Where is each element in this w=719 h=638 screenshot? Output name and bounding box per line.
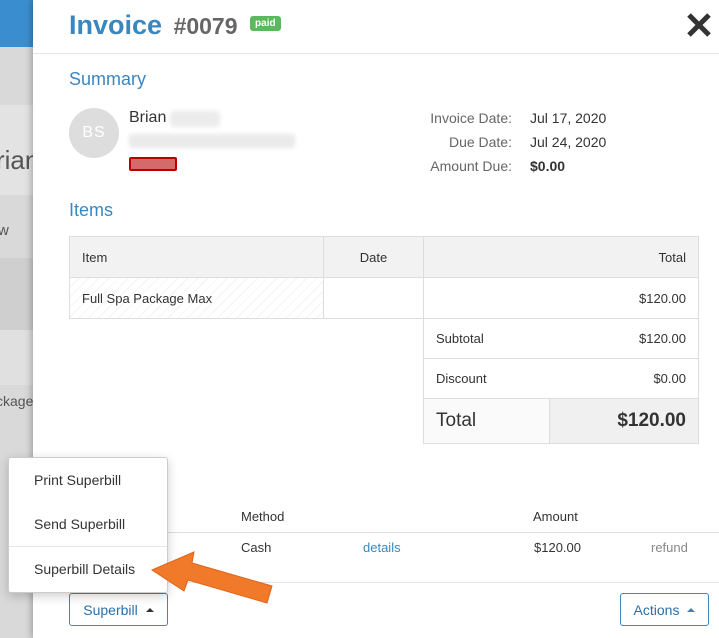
status-badge: paid: [250, 16, 281, 32]
total-label: Total: [423, 398, 550, 444]
table-cell-date: [323, 277, 424, 319]
subtotal-value: $120.00: [548, 318, 699, 359]
invoice-title: Invoice #0079 paid: [69, 10, 281, 41]
invoice-number: #0079: [173, 13, 238, 39]
column-header-total: Total: [423, 236, 699, 278]
table-cell-total: $120.00: [423, 277, 699, 319]
payment-refund-link[interactable]: refund: [651, 540, 688, 555]
actions-button[interactable]: Actions: [620, 593, 709, 626]
discount-value: $0.00: [548, 358, 699, 399]
discount-label: Discount: [423, 358, 549, 399]
payment-details-link[interactable]: details: [363, 540, 401, 555]
meta-label: Amount Due:: [430, 158, 512, 174]
table-cell-item: Full Spa Package Max: [69, 277, 324, 319]
customer-name[interactable]: Brian: [129, 109, 166, 127]
menu-item-superbill-details[interactable]: Superbill Details: [9, 549, 167, 589]
customer-tag-redacted: [129, 157, 177, 171]
menu-divider: [9, 546, 167, 547]
actions-button-label: Actions: [633, 601, 680, 618]
summary-title: Summary: [69, 69, 147, 89]
caret-up-icon: [687, 607, 696, 612]
avatar: BS: [69, 108, 119, 158]
payments-divider: [163, 532, 719, 533]
superbill-button-label: Superbill: [83, 601, 138, 618]
menu-item-send-superbill[interactable]: Send Superbill: [9, 504, 167, 544]
customer-lastname-redacted: [170, 111, 220, 127]
column-header-date: Date: [323, 236, 424, 278]
subtotal-label: Subtotal: [423, 318, 549, 359]
superbill-menu: Print Superbill Send Superbill Superbill…: [8, 457, 168, 593]
caret-up-icon: [145, 607, 154, 612]
payment-amount: $120.00: [534, 540, 581, 555]
close-button[interactable]: [683, 6, 715, 42]
payments-header-amount: Amount: [533, 509, 578, 524]
column-header-item: Item: [69, 236, 324, 278]
payments-header-method: Method: [241, 509, 285, 524]
meta-value: $0.00: [530, 158, 566, 174]
background-text: ckage: [0, 393, 34, 409]
total-value: $120.00: [549, 398, 699, 444]
background-text: w: [0, 222, 9, 239]
meta-label: Due Date:: [448, 134, 512, 150]
panel-header: Invoice #0079 paid: [33, 0, 719, 54]
meta-value: Jul 24, 2020: [530, 134, 607, 150]
invoice-title-text: Invoice: [69, 10, 163, 40]
customer-email-redacted: [129, 134, 295, 148]
meta-label: Invoice Date:: [430, 110, 512, 126]
items-title: Items: [69, 200, 114, 220]
meta-value: Jul 17, 2020: [530, 110, 607, 126]
close-icon: [687, 13, 711, 37]
annotation-arrow-icon: [150, 551, 273, 604]
menu-item-print-superbill[interactable]: Print Superbill: [9, 460, 167, 500]
